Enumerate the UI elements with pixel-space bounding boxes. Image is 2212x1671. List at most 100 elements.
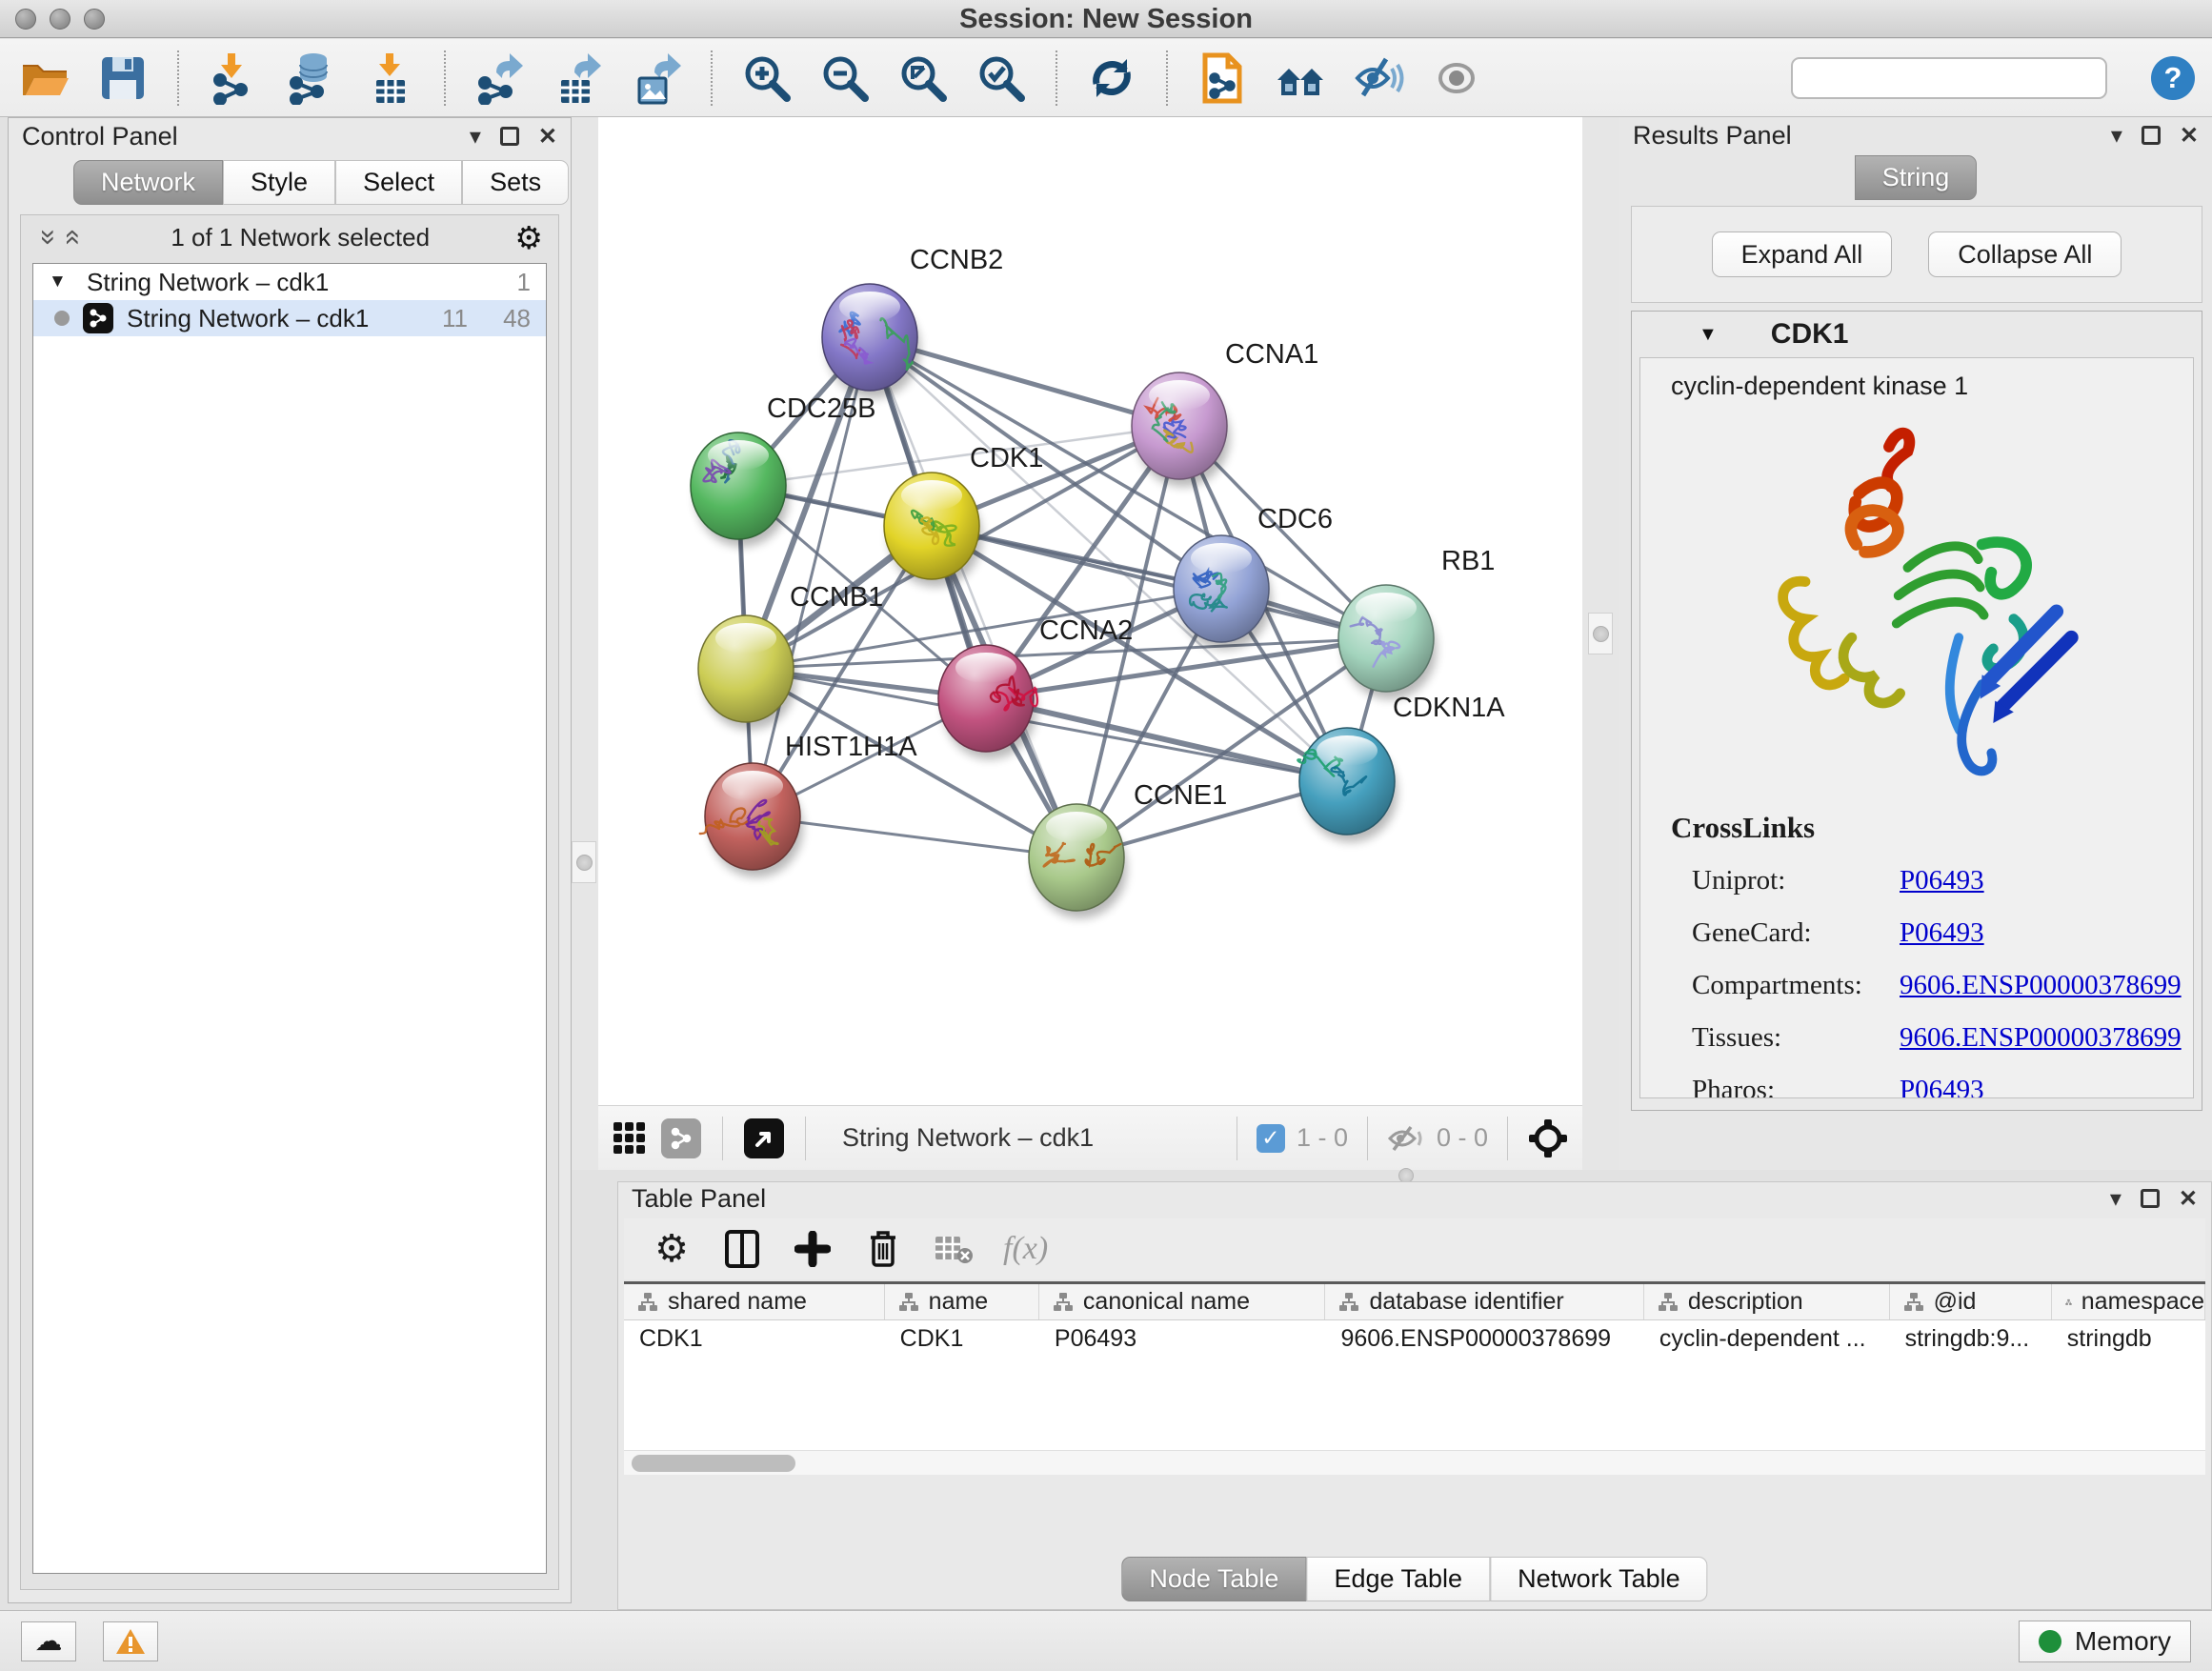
network-node-ccne1[interactable]: CCNE1 xyxy=(1029,780,1227,918)
column-header[interactable]: name xyxy=(885,1284,1039,1319)
zoom-out-icon[interactable] xyxy=(817,50,873,106)
save-session-icon[interactable] xyxy=(95,50,151,106)
cloud-status-button[interactable]: ☁ xyxy=(21,1621,76,1661)
hide-selected-icon[interactable] xyxy=(1351,50,1406,106)
grid-view-icon[interactable] xyxy=(612,1120,648,1157)
crosslink-row: Compartments:9606.ENSP00000378699 xyxy=(1640,959,2193,1012)
table-close-icon[interactable]: ✕ xyxy=(2179,1185,2198,1213)
protein-description: cyclin-dependent kinase 1 xyxy=(1640,358,2193,401)
left-splitter-handle[interactable] xyxy=(576,855,593,871)
table-menu-icon[interactable]: ▾ xyxy=(2110,1185,2122,1213)
protein-expander-icon[interactable]: ▼ xyxy=(1699,324,1718,346)
network-options-gear-icon[interactable]: ⚙ xyxy=(514,219,543,256)
network-node-ccna1[interactable]: CCNA1 xyxy=(1132,339,1318,487)
table-float-icon[interactable] xyxy=(2141,1189,2160,1208)
create-column-icon[interactable] xyxy=(792,1228,834,1270)
network-node-cdc6[interactable]: CDC6 xyxy=(1174,504,1333,650)
table-horizontal-scrollbar[interactable] xyxy=(624,1450,2205,1475)
column-header[interactable]: @id xyxy=(1890,1284,2052,1319)
tab-node-table[interactable]: Node Table xyxy=(1121,1557,1306,1601)
tab-network-table[interactable]: Network Table xyxy=(1490,1557,1708,1601)
collection-expander-icon[interactable]: ▼ xyxy=(49,272,73,292)
network-edge[interactable] xyxy=(738,426,1179,486)
network-node-ccnb2[interactable]: CCNB2 xyxy=(822,245,1003,398)
tissues-link[interactable]: 9606.ENSP00000378699 xyxy=(1900,1012,2182,1064)
network-label: String Network – cdk1 xyxy=(127,304,369,333)
import-table-file-icon[interactable] xyxy=(362,50,417,106)
tab-string[interactable]: String xyxy=(1855,155,1978,200)
collapse-all-networks-icon[interactable]: « xyxy=(57,225,90,250)
scrollbar-thumb[interactable] xyxy=(632,1455,795,1472)
uniprot-link[interactable]: P06493 xyxy=(1900,855,1984,907)
column-header[interactable]: description xyxy=(1644,1284,1890,1319)
network-edge-count: 48 xyxy=(481,304,531,333)
zoom-in-icon[interactable] xyxy=(739,50,794,106)
network-node-ccnb1[interactable]: CCNB1 xyxy=(698,582,883,730)
tab-sets[interactable]: Sets xyxy=(462,160,569,205)
horizontal-splitter[interactable] xyxy=(598,1170,2212,1181)
left-splitter[interactable] xyxy=(572,117,598,1170)
birds-eye-toggle-icon[interactable] xyxy=(1527,1117,1569,1159)
expand-all-button[interactable]: Expand All xyxy=(1712,232,1893,277)
network-row-selected[interactable]: String Network – cdk1 11 48 xyxy=(33,300,546,336)
zoom-fit-icon[interactable] xyxy=(895,50,951,106)
open-session-icon[interactable] xyxy=(17,50,72,106)
control-panel-title: Control Panel xyxy=(22,122,178,151)
warnings-button[interactable] xyxy=(103,1621,158,1661)
export-network-icon[interactable] xyxy=(473,50,528,106)
crosslink-row: Pharos:P06493 xyxy=(1640,1064,2193,1098)
network-node-hist1h1a[interactable]: HIST1H1A xyxy=(700,732,917,877)
network-view-mode-icon[interactable] xyxy=(661,1118,701,1158)
column-header[interactable]: namespace xyxy=(2052,1284,2205,1319)
table-cell: CDK1 xyxy=(885,1320,1039,1357)
collection-count: 1 xyxy=(517,268,531,297)
panel-float-icon[interactable] xyxy=(500,127,519,146)
node-label: CDC25B xyxy=(767,393,875,424)
network-collection-row[interactable]: ▼ String Network – cdk1 1 xyxy=(33,264,546,300)
first-neighbors-icon[interactable] xyxy=(1273,50,1328,106)
help-button[interactable]: ? xyxy=(2151,56,2195,100)
tab-edge-table[interactable]: Edge Table xyxy=(1306,1557,1490,1601)
table-options-gear-icon[interactable]: ⚙ xyxy=(651,1228,693,1270)
right-splitter-handle[interactable] xyxy=(1593,626,1609,642)
detach-view-icon[interactable] xyxy=(744,1118,784,1158)
results-close-icon[interactable]: ✕ xyxy=(2180,122,2199,150)
apply-preferred-layout-icon[interactable] xyxy=(1084,50,1139,106)
import-network-file-icon[interactable] xyxy=(206,50,261,106)
tab-network[interactable]: Network xyxy=(73,160,223,205)
network-node-rb1[interactable]: RB1 xyxy=(1338,546,1495,699)
toolbar-search xyxy=(1791,57,2107,99)
network-graph[interactable]: CCNB2CCNA1CDC25BCDK1CDC6RB1CCNB1CCNA2CDK… xyxy=(598,117,1582,1105)
memory-button[interactable]: Memory xyxy=(2019,1621,2191,1662)
show-columns-icon[interactable] xyxy=(721,1228,763,1270)
export-table-icon[interactable] xyxy=(551,50,606,106)
export-image-icon[interactable] xyxy=(629,50,684,106)
tab-select[interactable]: Select xyxy=(335,160,462,205)
right-splitter[interactable] xyxy=(1582,117,1619,1170)
import-network-database-icon[interactable] xyxy=(284,50,339,106)
table-row[interactable]: CDK1CDK1P064939606.ENSP00000378699cyclin… xyxy=(624,1320,2205,1357)
panel-close-icon[interactable]: ✕ xyxy=(538,123,557,151)
selected-counts: 1 - 0 xyxy=(1297,1123,1348,1153)
new-network-from-selection-icon[interactable] xyxy=(1195,50,1250,106)
table-cell: cyclin-dependent ... xyxy=(1644,1320,1890,1357)
network-canvas[interactable]: CCNB2CCNA1CDC25BCDK1CDC6RB1CCNB1CCNA2CDK… xyxy=(598,117,1582,1105)
panel-menu-icon[interactable]: ▾ xyxy=(470,123,481,151)
results-float-icon[interactable] xyxy=(2142,126,2161,145)
network-tree: ▼ String Network – cdk1 1 String Network… xyxy=(32,263,547,1574)
zoom-selected-icon[interactable] xyxy=(974,50,1029,106)
column-header[interactable]: database identifier xyxy=(1325,1284,1643,1319)
delete-column-icon[interactable] xyxy=(862,1228,904,1270)
column-header[interactable]: canonical name xyxy=(1039,1284,1326,1319)
column-header[interactable]: shared name xyxy=(624,1284,885,1319)
show-all-icon[interactable] xyxy=(1429,50,1484,106)
results-menu-icon[interactable]: ▾ xyxy=(2111,122,2122,150)
network-node-cdkn1a[interactable]: CDKN1A xyxy=(1297,693,1505,842)
collapse-all-button[interactable]: Collapse All xyxy=(1928,232,2122,277)
selected-items-icon: ✓ xyxy=(1257,1124,1285,1153)
tab-style[interactable]: Style xyxy=(223,160,335,205)
compartments-link[interactable]: 9606.ENSP00000378699 xyxy=(1900,959,2182,1012)
genecard-link[interactable]: P06493 xyxy=(1900,907,1984,959)
search-input[interactable] xyxy=(1810,64,2117,91)
pharos-link[interactable]: P06493 xyxy=(1900,1064,1984,1098)
